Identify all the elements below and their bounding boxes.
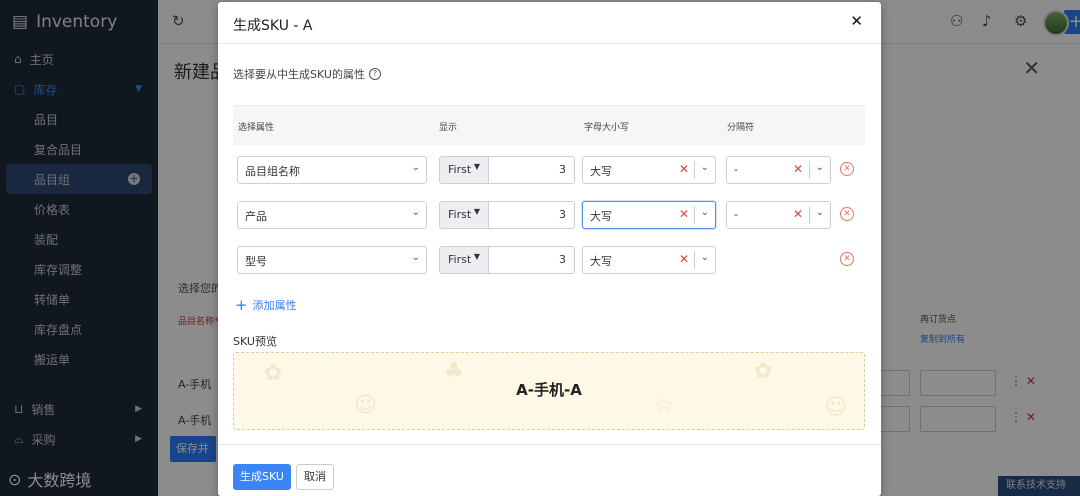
clear-icon[interactable]: ✕ (679, 252, 689, 266)
case-select[interactable]: 大写 ✕ ⌄ (582, 246, 716, 274)
modal-header: 生成SKU - A ✕ (218, 2, 881, 44)
header-separator: 分隔符 (727, 123, 755, 133)
select-value: 品目组名称 (245, 165, 300, 178)
generate-sku-button[interactable]: 生成SKU (233, 464, 291, 490)
char-count-input[interactable]: 3 (489, 156, 575, 184)
dropdown-value: First (448, 253, 472, 266)
chevron-down-icon: ⌄ (815, 207, 824, 218)
select-value: 型号 (245, 255, 267, 268)
select-value: 产品 (245, 210, 267, 223)
add-attribute-label: 添加属性 (252, 299, 297, 312)
clear-icon[interactable]: ✕ (679, 162, 689, 176)
instruction-text: 选择要从中生成SKU的属性 (233, 68, 365, 81)
remove-row-icon[interactable]: ✕ (840, 252, 854, 266)
attribute-select[interactable]: 品目组名称 ⌄ (237, 156, 427, 184)
select-value: - (734, 163, 738, 176)
select-value: 大写 (590, 165, 612, 178)
chevron-down-icon: ⌄ (815, 162, 824, 173)
clear-icon[interactable]: ✕ (793, 162, 803, 176)
chevron-down-icon: ⌄ (700, 252, 709, 263)
header-display: 显示 (439, 123, 458, 133)
select-value: 大写 (590, 255, 612, 268)
instruction: 选择要从中生成SKU的属性 ? (233, 66, 381, 82)
input-value: 3 (559, 208, 566, 221)
divider (694, 206, 695, 224)
sku-preview-box: ✿ ☺ ♣ ☆ ✿ ☺ A-手机-A (233, 352, 865, 430)
divider (809, 161, 810, 179)
display-mode-dropdown[interactable]: First ▼ (439, 201, 489, 229)
input-value: 3 (559, 163, 566, 176)
char-count-input[interactable]: 3 (489, 201, 575, 229)
display-mode-dropdown[interactable]: First ▼ (439, 156, 489, 184)
divider (694, 161, 695, 179)
modal-footer: 生成SKU 取消 (218, 444, 881, 496)
sku-preview-label: SKU预览 (233, 335, 277, 348)
caret-down-icon: ▼ (473, 252, 480, 261)
char-count-input[interactable]: 3 (489, 246, 575, 274)
case-select[interactable]: 大写 ✕ ⌄ (582, 156, 716, 184)
chevron-down-icon: ⌄ (411, 252, 420, 263)
input-value: 3 (559, 253, 566, 266)
chevron-down-icon: ⌄ (700, 207, 709, 218)
divider (694, 251, 695, 269)
plus-icon: + (235, 296, 248, 314)
attribute-select[interactable]: 产品 ⌄ (237, 201, 427, 229)
caret-down-icon: ▼ (473, 162, 480, 171)
select-value: - (734, 208, 738, 221)
chevron-down-icon: ⌄ (700, 162, 709, 173)
modal-title: 生成SKU - A (233, 18, 313, 34)
display-mode-dropdown[interactable]: First ▼ (439, 246, 489, 274)
remove-row-icon[interactable]: ✕ (840, 207, 854, 221)
chevron-down-icon: ⌄ (411, 162, 420, 173)
header-case: 字母大小写 (584, 123, 630, 133)
separator-select[interactable]: - ✕ ⌄ (726, 156, 831, 184)
chevron-down-icon: ⌄ (411, 207, 420, 218)
close-icon[interactable]: ✕ (850, 12, 863, 30)
separator-select[interactable]: - ✕ ⌄ (726, 201, 831, 229)
header-attribute: 选择属性 (238, 123, 275, 133)
clear-icon[interactable]: ✕ (793, 207, 803, 221)
caret-down-icon: ▼ (473, 207, 480, 216)
help-icon[interactable]: ? (368, 68, 381, 80)
generate-sku-modal: 生成SKU - A ✕ 选择要从中生成SKU的属性 ? 选择属性 显示 字母大小… (218, 2, 881, 496)
dropdown-value: First (448, 163, 472, 176)
divider (809, 206, 810, 224)
attribute-select[interactable]: 型号 ⌄ (237, 246, 427, 274)
select-value: 大写 (590, 210, 612, 223)
remove-row-icon[interactable]: ✕ (840, 162, 854, 176)
dropdown-value: First (448, 208, 472, 221)
clear-icon[interactable]: ✕ (679, 207, 689, 221)
table-header: 选择属性 显示 字母大小写 分隔符 (233, 105, 865, 145)
sku-preview-value: A-手机-A (516, 381, 582, 399)
case-select[interactable]: 大写 ✕ ⌄ (582, 201, 716, 229)
add-attribute-button[interactable]: + 添加属性 (235, 296, 297, 314)
cancel-button[interactable]: 取消 (296, 464, 334, 490)
